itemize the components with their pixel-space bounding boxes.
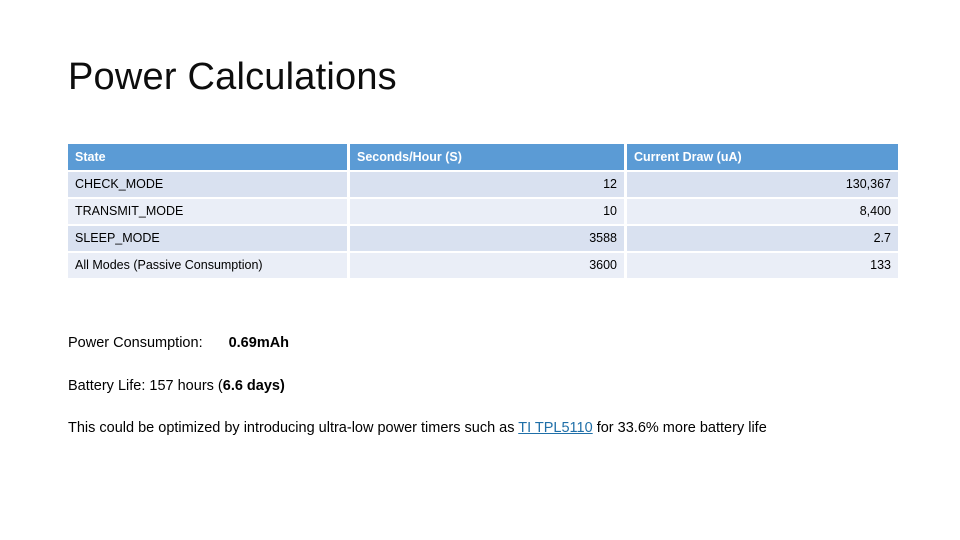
cell-state: SLEEP_MODE <box>68 226 347 251</box>
cell-state: CHECK_MODE <box>68 172 347 197</box>
battery-life-note: Battery Life: 157 hours (6.6 days) <box>68 379 285 394</box>
power-table: State Seconds/Hour (S) Current Draw (uA)… <box>65 142 901 280</box>
cell-current-draw: 130,367 <box>627 172 898 197</box>
cell-seconds: 3600 <box>350 253 624 278</box>
optimization-prefix: This could be optimized by introducing u… <box>68 420 519 436</box>
battery-life-prefix: Battery Life: 157 hours ( <box>68 378 223 394</box>
cell-current-draw: 133 <box>627 253 898 278</box>
table-header: State Seconds/Hour (S) Current Draw (uA) <box>68 144 898 170</box>
cell-state: TRANSMIT_MODE <box>68 199 347 224</box>
table-row: CHECK_MODE 12 130,367 <box>68 172 898 197</box>
column-header-state: State <box>68 144 347 170</box>
column-header-current-draw: Current Draw (uA) <box>627 144 898 170</box>
power-table-container: State Seconds/Hour (S) Current Draw (uA)… <box>68 144 898 278</box>
battery-life-value: 6.6 days <box>222 378 280 394</box>
column-header-seconds-per-hour: Seconds/Hour (S) <box>350 144 624 170</box>
battery-life-suffix: ) <box>280 378 285 394</box>
table-row: TRANSMIT_MODE 10 8,400 <box>68 199 898 224</box>
cell-seconds: 10 <box>350 199 624 224</box>
cell-current-draw: 2.7 <box>627 226 898 251</box>
page-title: Power Calculations <box>68 56 397 98</box>
table-row: SLEEP_MODE 3588 2.7 <box>68 226 898 251</box>
power-consumption-note: Power Consumption: 0.69mAh <box>68 336 289 351</box>
power-consumption-label: Power Consumption: <box>68 335 203 351</box>
table-header-row: State Seconds/Hour (S) Current Draw (uA) <box>68 144 898 170</box>
cell-current-draw: 8,400 <box>627 199 898 224</box>
power-consumption-value: 0.69mAh <box>228 335 290 351</box>
cell-state: All Modes (Passive Consumption) <box>68 253 347 278</box>
optimization-suffix: for 33.6% more battery life <box>592 420 767 436</box>
table-row: All Modes (Passive Consumption) 3600 133 <box>68 253 898 278</box>
cell-seconds: 3588 <box>350 226 624 251</box>
tpl5110-link[interactable]: TI TPL5110 <box>518 420 592 436</box>
table-body: CHECK_MODE 12 130,367 TRANSMIT_MODE 10 8… <box>68 172 898 278</box>
optimization-note: This could be optimized by introducing u… <box>68 421 767 436</box>
cell-seconds: 12 <box>350 172 624 197</box>
